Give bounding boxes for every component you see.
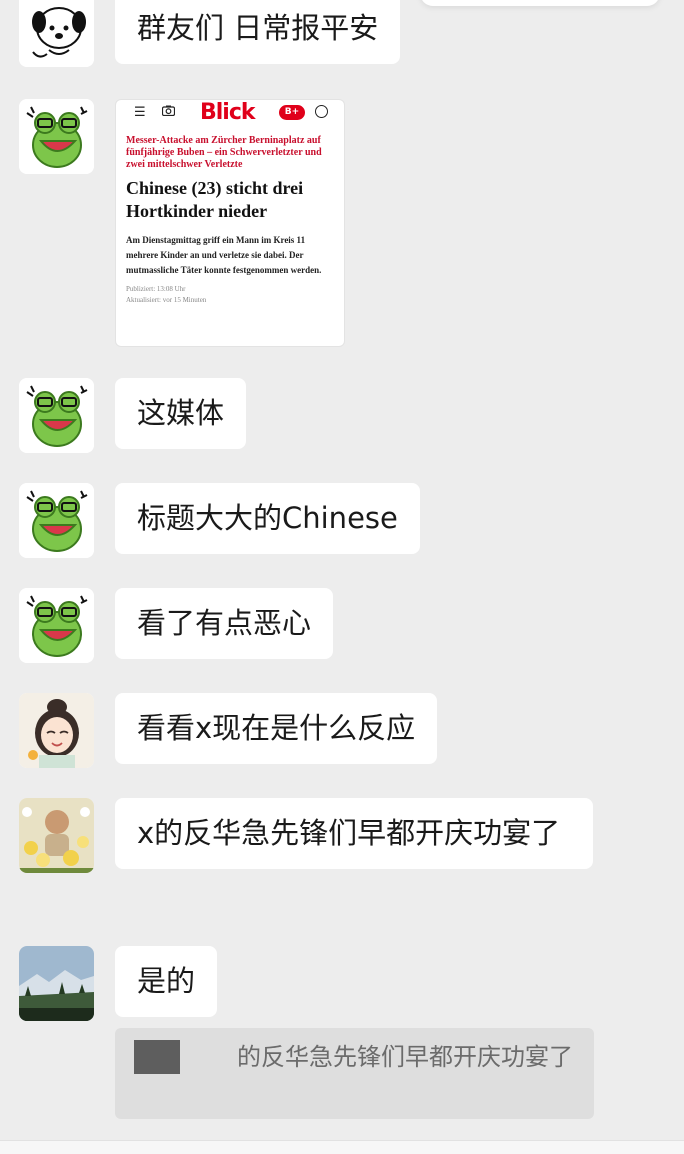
avatar-anime-girl[interactable] — [19, 693, 94, 768]
cartoon-dog-icon — [19, 0, 94, 67]
avatar-frog[interactable] — [19, 99, 94, 174]
article-kicker: Messer-Attacke am Zürcher Berninaplatz a… — [126, 135, 322, 170]
input-bar-edge — [0, 1140, 684, 1154]
article-lead: Am Dienstagmittag griff ein Mann im Krei… — [126, 235, 322, 275]
frog-icon — [19, 483, 94, 558]
quoted-reply-text: 的反华急先锋们早都开庆功宴了 — [237, 1043, 573, 1071]
camera-icon — [161, 105, 176, 120]
blick-logo: Blick — [200, 100, 256, 125]
message-bubble[interactable]: 这媒体 — [115, 378, 247, 449]
message-bubble[interactable]: 标题大大的Chinese — [115, 483, 420, 554]
user-icon — [315, 105, 328, 118]
frog-icon — [19, 588, 94, 663]
hamburger-icon: ☰ — [134, 105, 146, 120]
message-bubble[interactable]: 看看x现在是什么反应 — [115, 693, 438, 764]
frog-icon — [19, 378, 94, 453]
blick-plus-badge: B+ — [279, 105, 305, 120]
avatar-sticker-dog[interactable] — [19, 0, 94, 67]
anime-girl-icon — [19, 693, 94, 768]
avatar-mountain-photo[interactable] — [19, 946, 94, 1021]
person-with-flowers-icon — [19, 798, 94, 873]
article-headline: Chinese (23) sticht drei Hortkinder nied… — [126, 178, 304, 221]
blick-header: ☰ Blick B+ — [116, 100, 344, 126]
message-bubble[interactable]: 群友们 日常报平安 — [115, 0, 401, 64]
avatar-flowers-photo[interactable] — [19, 798, 94, 873]
avatar-frog[interactable] — [19, 588, 94, 663]
quoted-reply[interactable]: 的反华急先锋们早都开庆功宴了 — [115, 1028, 594, 1119]
avatar-frog[interactable] — [19, 378, 94, 453]
previous-message-edge — [420, 0, 660, 6]
article-screenshot-image[interactable]: ☰ Blick B+ Messer-Attacke am Zürcher Ber… — [115, 99, 345, 347]
article-updated: Aktualisiert: vor 15 Minuten — [126, 296, 207, 304]
article-published: Publiziert: 13:08 Uhr — [126, 285, 186, 293]
avatar-frog[interactable] — [19, 483, 94, 558]
message-bubble[interactable]: 是的 — [115, 946, 218, 1017]
mountain-landscape-icon — [19, 946, 94, 1021]
frog-icon — [19, 99, 94, 174]
message-bubble[interactable]: x的反华急先锋们早都开庆功宴了 — [115, 798, 593, 869]
message-bubble[interactable]: 看了有点恶心 — [115, 588, 334, 659]
